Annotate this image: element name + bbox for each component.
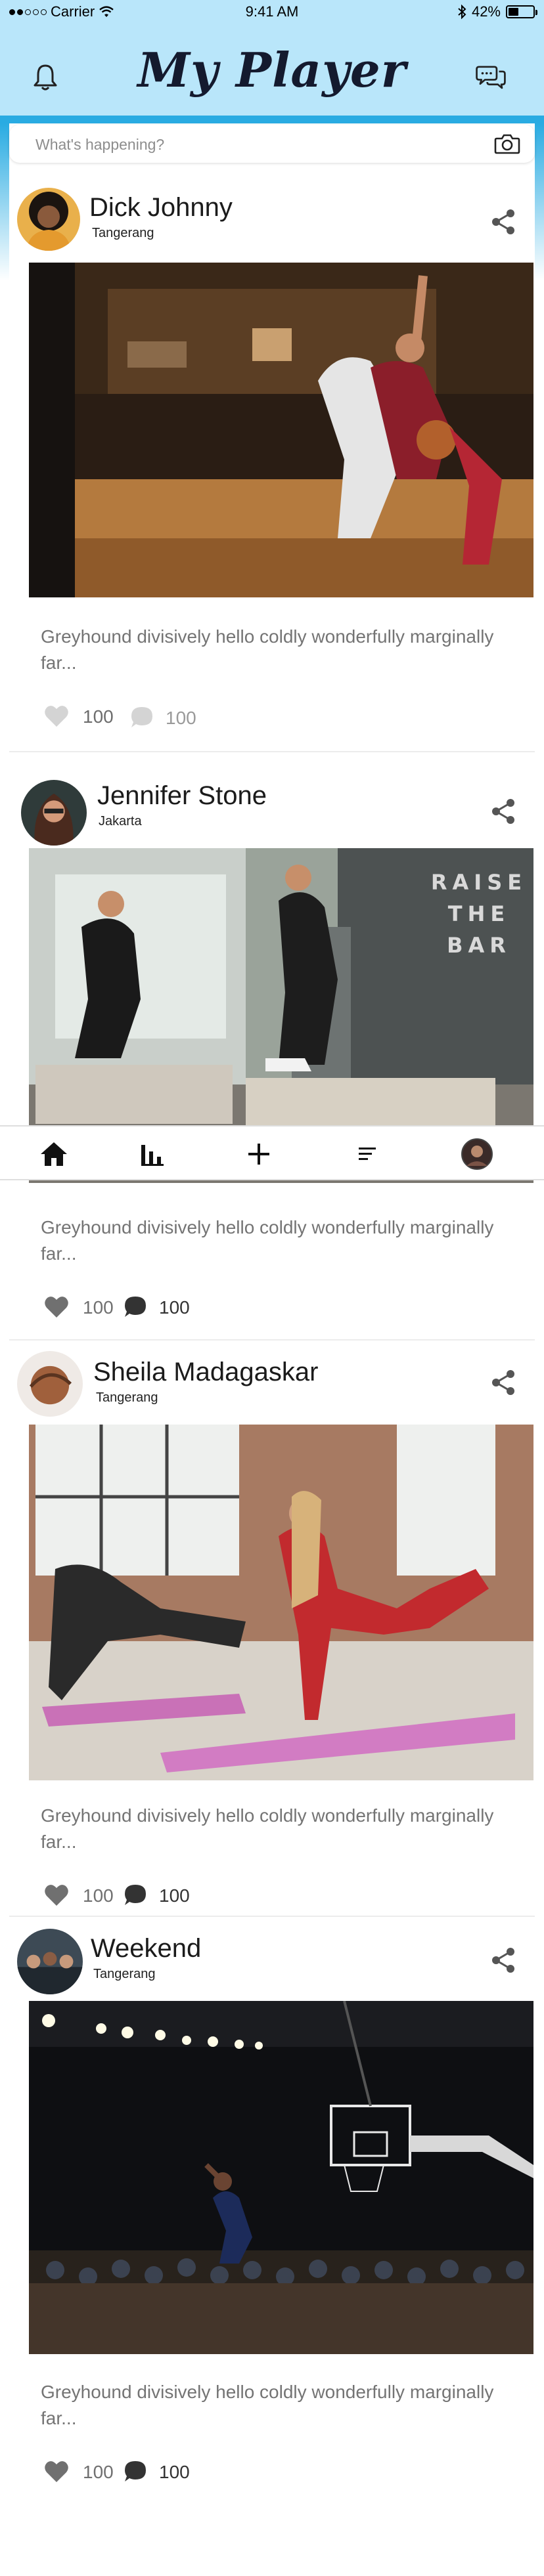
post-photo[interactable] xyxy=(29,1425,533,1780)
share-icon[interactable] xyxy=(489,207,518,236)
nav-feed[interactable] xyxy=(348,1134,388,1174)
heart-icon[interactable] xyxy=(43,2459,70,2484)
heart-icon[interactable] xyxy=(43,1883,70,1908)
post-photo[interactable] xyxy=(29,2001,533,2354)
gym-wall-sign: RAISE THE BAR xyxy=(430,867,528,961)
post-author-name[interactable]: Weekend xyxy=(91,1934,201,1964)
post-location: Jakarta xyxy=(99,814,142,828)
header-side-accent xyxy=(535,123,544,281)
bluetooth-icon xyxy=(458,5,466,19)
like-count: 100 xyxy=(83,1885,114,1906)
bottom-nav xyxy=(0,1125,544,1180)
like-count: 100 xyxy=(83,1297,114,1318)
post-author-name[interactable]: Jennifer Stone xyxy=(97,781,267,811)
avatar[interactable] xyxy=(21,780,87,846)
post-caption: Greyhound divisively hello coldly wonder… xyxy=(41,1217,494,1264)
post-card: Sheila Madagaskar Tangerang Greyhound di… xyxy=(9,1343,535,1918)
wall-sign-text: RAISE THE BAR xyxy=(430,870,528,958)
comment-count: 100 xyxy=(166,708,196,728)
app-title: My Player xyxy=(137,42,407,98)
heart-icon[interactable] xyxy=(43,1295,70,1320)
post-location: Tangerang xyxy=(93,1967,156,1981)
avatar[interactable] xyxy=(17,188,80,251)
camera-icon[interactable] xyxy=(494,133,520,154)
comment-icon[interactable] xyxy=(122,1883,148,1908)
share-icon[interactable] xyxy=(489,1946,518,1975)
status-bar: Carrier 9:41 AM 42% xyxy=(0,0,544,24)
heart-icon[interactable] xyxy=(43,704,70,729)
header-accent-band xyxy=(0,116,544,123)
profile-avatar xyxy=(461,1138,493,1170)
nav-home[interactable] xyxy=(34,1134,74,1174)
post-card: Jennifer Stone Jakarta RAISE THE BAR Gre… xyxy=(9,755,535,1358)
post-caption: Greyhound divisively hello coldly wonder… xyxy=(41,1805,494,1852)
like-count: 100 xyxy=(83,706,114,727)
app-header: My Player xyxy=(0,24,544,116)
home-icon xyxy=(41,1142,67,1166)
compose-input[interactable]: What's happening? xyxy=(9,125,535,163)
post-caption: Greyhound divisively hello coldly wonder… xyxy=(41,2382,494,2428)
post-card: Weekend Tangerang Greyhound divisively h… xyxy=(9,1920,535,2497)
post-divider xyxy=(9,1916,535,1917)
share-icon[interactable] xyxy=(489,797,518,826)
chat-icon[interactable] xyxy=(474,60,507,93)
nav-add-post[interactable] xyxy=(239,1134,279,1174)
post-divider xyxy=(9,751,535,752)
compose-placeholder: What's happening? xyxy=(35,136,165,153)
nav-stats[interactable] xyxy=(133,1134,172,1174)
post-photo[interactable] xyxy=(29,263,533,597)
stats-icon xyxy=(141,1145,164,1166)
post-location: Tangerang xyxy=(92,226,154,240)
comment-icon[interactable] xyxy=(122,2459,148,2484)
battery-percent: 42% xyxy=(471,3,501,20)
post-card: Dick Johnny Tangerang Greyhound divisive… xyxy=(9,173,535,743)
post-caption: Greyhound divisively hello coldly wonder… xyxy=(41,626,494,673)
header-side-accent xyxy=(0,123,9,281)
battery-icon xyxy=(506,5,537,18)
comment-icon[interactable] xyxy=(129,705,155,730)
post-location: Tangerang xyxy=(96,1390,158,1405)
post-divider xyxy=(9,1339,535,1341)
plus-icon xyxy=(248,1144,269,1165)
comment-count: 100 xyxy=(159,1885,190,1906)
comment-count: 100 xyxy=(159,2462,190,2482)
like-count: 100 xyxy=(83,2462,114,2482)
nav-profile[interactable] xyxy=(457,1134,497,1174)
post-author-name[interactable]: Sheila Madagaskar xyxy=(93,1358,318,1387)
share-icon[interactable] xyxy=(489,1368,518,1397)
feed-icon xyxy=(359,1148,376,1160)
comment-count: 100 xyxy=(159,1297,190,1318)
post-author-name[interactable]: Dick Johnny xyxy=(89,193,233,223)
avatar[interactable] xyxy=(17,1929,83,1994)
comment-icon[interactable] xyxy=(122,1295,148,1320)
avatar[interactable] xyxy=(17,1351,83,1417)
